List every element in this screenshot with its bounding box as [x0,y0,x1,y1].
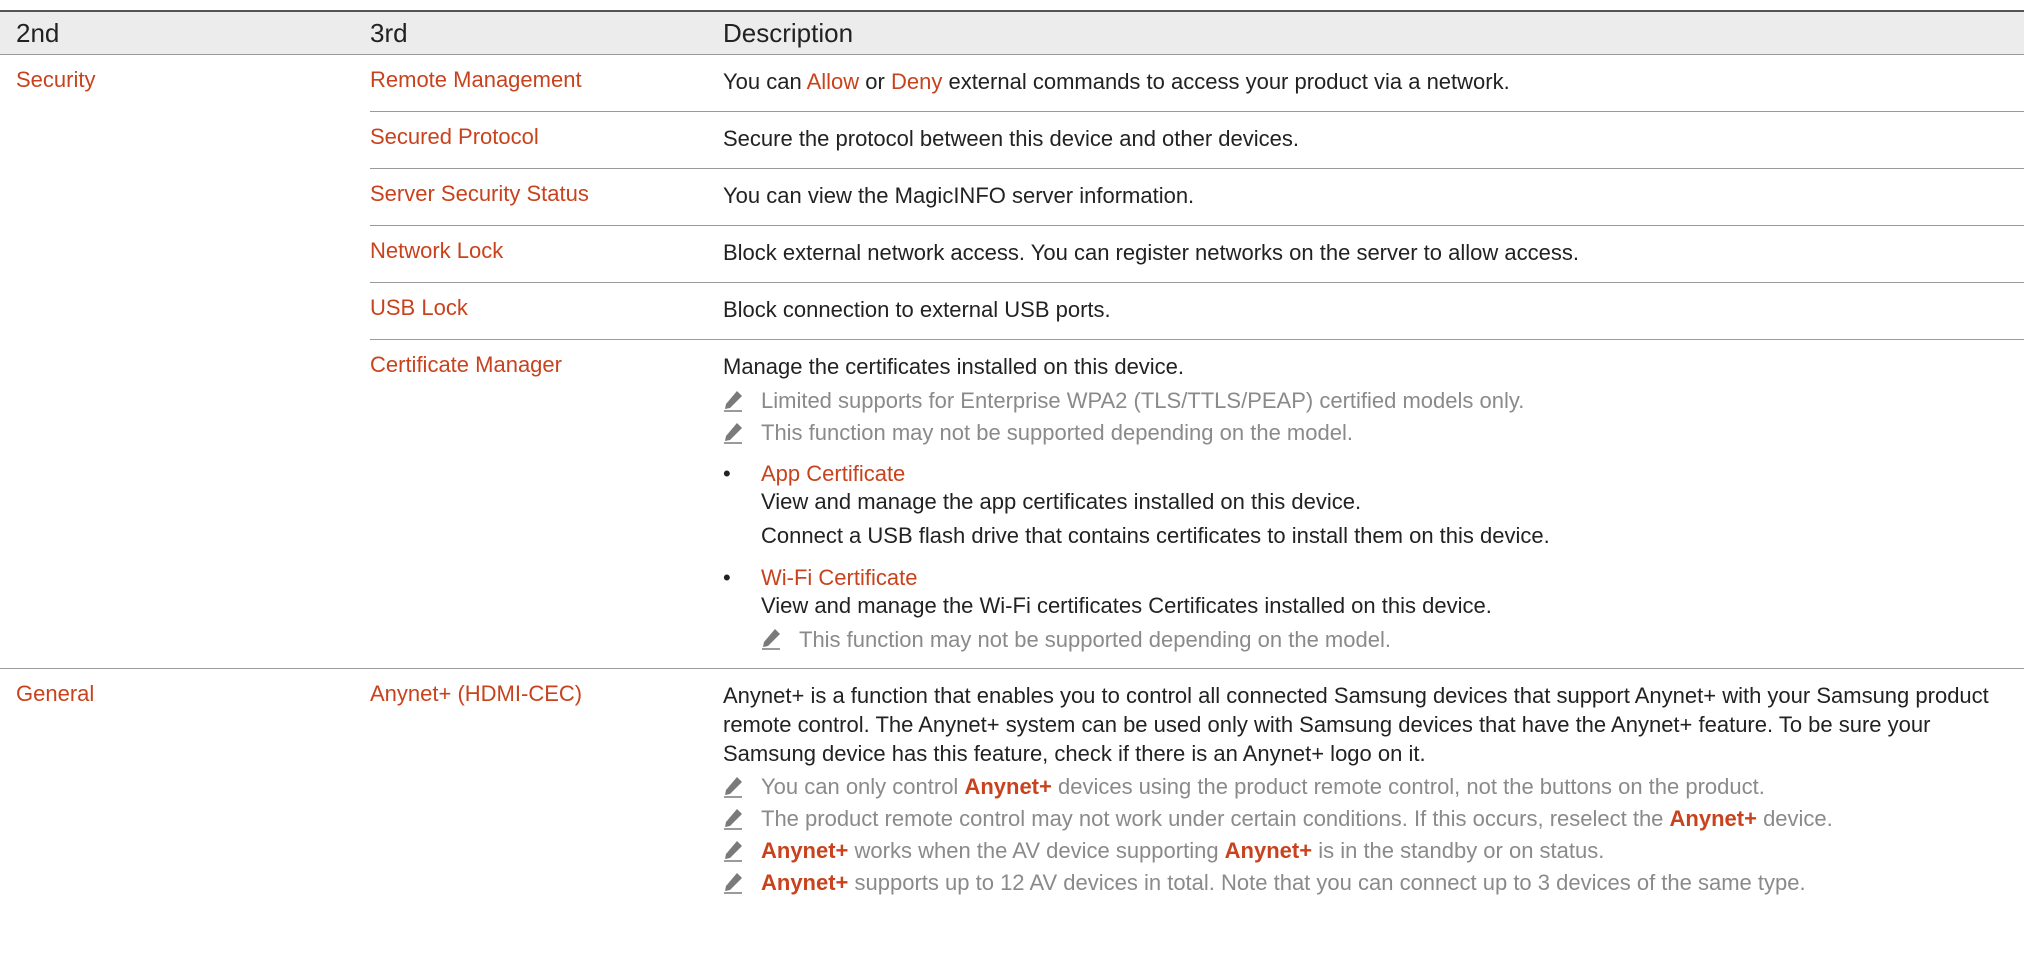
description-text: Anynet+ is a function that enables you t… [723,683,1989,766]
item-description: You can Allow or Deny external commands … [723,55,2024,111]
text: supports up to 12 AV devices in total. N… [848,870,1806,895]
item-description: Secure the protocol between this device … [723,126,1300,151]
section-label-security: Security [16,67,96,92]
note: Anynet+ supports up to 12 AV devices in … [723,870,2024,896]
table-row: Secured Protocol Secure the protocol bet… [370,112,2024,169]
item-description: Block connection to external USB ports. [723,297,1111,322]
item-description: You can view the MagicINFO server inform… [723,183,1195,208]
text: devices using the product remote control… [1051,774,1765,799]
item-certificate-manager: Certificate Manager [370,352,562,377]
item-description: Manage the certificates installed on thi… [723,340,2024,668]
note: This function may not be supported depen… [723,420,2024,446]
text: You can [723,69,807,94]
app-certificate-title: App Certificate [761,461,906,486]
header-description: Description [723,17,854,48]
item-secured-protocol: Secured Protocol [370,124,539,149]
app-certificate-line1: View and manage the app certificates ins… [761,489,1362,514]
pencil-icon [723,838,761,864]
wifi-certificate-line1: View and manage the Wi-Fi certificates C… [761,593,1492,618]
wifi-certificate-title: Wi-Fi Certificate [761,565,918,590]
note-text: Limited supports for Enterprise WPA2 (TL… [761,388,1525,413]
list-item: • Wi-Fi Certificate View and manage the … [723,564,2024,654]
settings-table: 2nd 3rd Description Security Remote Mana… [0,10,2024,910]
table-row: Certificate Manager Manage the certifica… [370,340,2024,668]
pencil-icon [723,420,761,446]
note-text: Anynet+ supports up to 12 AV devices in … [761,870,1806,896]
note: Limited supports for Enterprise WPA2 (TL… [723,388,2024,414]
anynet-keyword: Anynet+ [1669,806,1757,831]
pencil-icon [761,626,799,652]
text: device. [1756,806,1833,831]
anynet-keyword: Anynet+ [1224,838,1313,863]
note: You can only control Anynet+ devices usi… [723,774,2024,800]
bullet-icon: • [723,461,731,486]
pencil-icon [723,870,761,896]
table-header: 2nd 3rd Description [0,10,2024,55]
option-allow: Allow [806,69,860,94]
item-anynet: Anynet+ (HDMI-CEC) [370,681,583,706]
text: is in the standby or on status. [1312,838,1605,863]
description-text: Manage the certificates installed on thi… [723,354,1185,379]
table-row: Server Security Status You can view the … [370,169,2024,226]
item-description: Anynet+ is a function that enables you t… [723,669,2024,910]
item-network-lock: Network Lock [370,238,504,263]
item-server-security-status: Server Security Status [370,181,589,206]
note-text: This function may not be supported depen… [799,627,1391,652]
text: external commands to access your product… [942,69,1510,94]
bullet-icon: • [723,565,731,590]
note: The product remote control may not work … [723,806,2024,832]
item-remote-management: Remote Management [370,67,582,92]
anynet-keyword: Anynet+ [761,870,849,895]
table-row: Network Lock Block external network acce… [370,226,2024,283]
anynet-keyword: Anynet+ [964,774,1052,799]
header-2nd: 2nd [16,17,60,48]
pencil-icon [723,774,761,800]
app-certificate-line2: Connect a USB flash drive that contains … [761,523,1550,548]
text: or [859,69,891,94]
text: The product remote control may not work … [761,806,1670,831]
text: You can only control [761,774,965,799]
note-text: The product remote control may not work … [761,806,1833,832]
item-description: Block external network access. You can r… [723,240,1579,265]
section-general: General Anynet+ (HDMI-CEC) Anynet+ is a … [0,669,2024,910]
note: This function may not be supported depen… [761,626,2024,654]
section-security: Security Remote Management You can Allow… [0,55,2024,669]
anynet-keyword: Anynet+ [761,838,849,863]
section-label-general: General [16,681,95,706]
table-row: Remote Management You can Allow or Deny … [370,55,2024,112]
note-text: This function may not be supported depen… [761,420,1353,445]
text: works when the AV device supporting [848,838,1225,863]
table-row: Anynet+ (HDMI-CEC) Anynet+ is a function… [370,669,2024,910]
option-deny: Deny [890,69,943,94]
header-3rd: 3rd [370,17,408,48]
note-text: You can only control Anynet+ devices usi… [761,774,1765,800]
pencil-icon [723,388,761,414]
note-text: Anynet+ works when the AV device support… [761,838,1604,864]
item-usb-lock: USB Lock [370,295,468,320]
pencil-icon [723,806,761,832]
table-row: USB Lock Block connection to external US… [370,283,2024,340]
note: Anynet+ works when the AV device support… [723,838,2024,864]
list-item: • App Certificate View and manage the ap… [723,460,2024,550]
